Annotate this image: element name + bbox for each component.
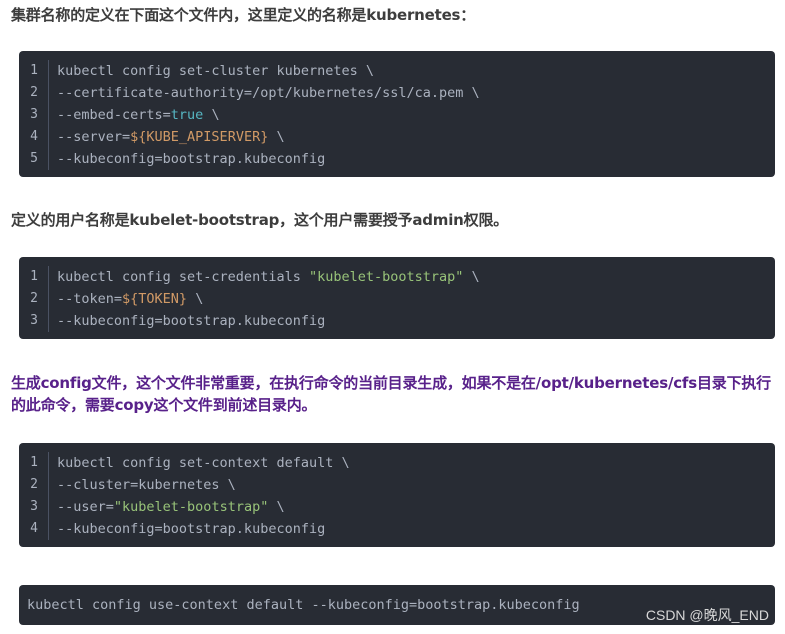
watermark: CSDN @晚风_END [645, 607, 769, 623]
line-number: 4 [19, 518, 49, 540]
code-block-set-context[interactable]: 1 kubectl config set-context default \ 2 --… [19, 443, 775, 547]
line-number: 2 [19, 82, 49, 104]
code-line: 2 --token=${TOKEN} \ [19, 288, 775, 310]
code-token: \ [187, 291, 204, 307]
code-token: \ [203, 107, 220, 123]
code-line: 1 kubectl config set-cluster kubernetes \ [19, 60, 775, 82]
paragraph-user-definition: 定义的用户名称是kubelet-bootstrap，这个用户需要授予admin权… [11, 211, 509, 229]
code-token: kubectl config set-cluster kubernetes \ [57, 63, 374, 79]
code-line: 1 kubectl config set-credentials "kubelet… [19, 266, 775, 288]
code-token: \ [463, 269, 480, 285]
code-token: --token= [57, 291, 123, 307]
code-token: --kubeconfig=bootstrap.kubeconfig [57, 313, 326, 329]
code-text: --certificate-authority=/opt/kubernetes/… [49, 82, 480, 104]
code-text: --user="kubelet-bootstrap" \ [49, 496, 285, 518]
code-line: 3 --embed-certs=true \ [19, 104, 775, 126]
code-token: --embed-certs= [57, 107, 171, 123]
code-token: --certificate-authority=/opt/kubernetes/… [57, 85, 480, 101]
code-token: --kubeconfig=bootstrap.kubeconfig [57, 151, 326, 167]
code-line: 5 --kubeconfig=bootstrap.kubeconfig [19, 148, 775, 170]
code-text: --kubeconfig=bootstrap.kubeconfig [49, 148, 325, 170]
code-text: --cluster=kubernetes \ [49, 474, 236, 496]
paragraph-cluster-definition: 集群名称的定义在下面这个文件内，这里定义的名称是kubernetes： [11, 6, 476, 24]
code-text: --token=${TOKEN} \ [49, 288, 203, 310]
line-number: 2 [19, 474, 49, 496]
line-number: 1 [19, 452, 49, 474]
code-token: \ [268, 129, 285, 145]
code-text: --embed-certs=true \ [49, 104, 220, 126]
code-token: --kubeconfig=bootstrap.kubeconfig [57, 521, 326, 537]
code-text: kubectl config set-credentials "kubelet-… [49, 266, 480, 288]
paragraph-generate-config: 生成config文件，这个文件非常重要，在执行命令的当前目录生成，如果不是在/o… [11, 374, 771, 414]
code-token: --cluster=kubernetes \ [57, 477, 236, 493]
code-text: --kubeconfig=bootstrap.kubeconfig [49, 310, 325, 332]
line-number: 2 [19, 288, 49, 310]
code-block-set-credentials[interactable]: 1 kubectl config set-credentials "kubelet… [19, 257, 775, 339]
code-line: 3 --user="kubelet-bootstrap" \ [19, 496, 775, 518]
code-token-string: "kubelet-bootstrap" [308, 269, 464, 285]
code-token: \ [268, 499, 285, 515]
code-token: --server= [57, 129, 131, 145]
code-line: 2 --cluster=kubernetes \ [19, 474, 775, 496]
code-block-set-cluster[interactable]: 1 kubectl config set-cluster kubernetes \… [19, 51, 775, 177]
code-text: --kubeconfig=bootstrap.kubeconfig [49, 518, 325, 540]
code-text: kubectl config set-cluster kubernetes \ [49, 60, 374, 82]
line-number: 3 [19, 310, 49, 332]
code-line: 1 kubectl config set-context default \ [19, 452, 775, 474]
code-token-string: "kubelet-bootstrap" [113, 499, 269, 515]
code-line: 3 --kubeconfig=bootstrap.kubeconfig [19, 310, 775, 332]
code-token: kubectl config set-credentials [57, 269, 309, 285]
code-token-var: ${KUBE_APISERVER} [130, 129, 269, 145]
code-token-keyword: true [170, 107, 204, 123]
code-token-var: ${TOKEN} [122, 291, 188, 307]
code-token: kubectl config set-context default \ [57, 455, 350, 471]
code-line: 2 --certificate-authority=/opt/kubernetes… [19, 82, 775, 104]
line-number: 5 [19, 148, 49, 170]
line-number: 3 [19, 104, 49, 126]
line-number: 1 [19, 60, 49, 82]
line-number: 1 [19, 266, 49, 288]
code-line: 4 --kubeconfig=bootstrap.kubeconfig [19, 518, 775, 540]
line-number: 3 [19, 496, 49, 518]
code-text: kubectl config set-context default \ [49, 452, 350, 474]
code-line: 4 --server=${KUBE_APISERVER} \ [19, 126, 775, 148]
line-number: 4 [19, 126, 49, 148]
code-token: --user= [57, 499, 114, 515]
code-text: --server=${KUBE_APISERVER} \ [49, 126, 285, 148]
